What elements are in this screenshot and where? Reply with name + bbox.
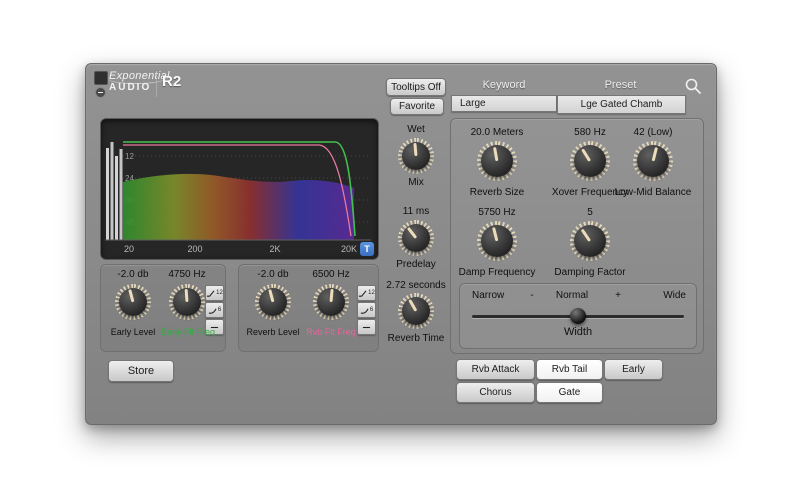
width-narrow-label: Narrow	[472, 290, 512, 301]
preset-search-button[interactable]	[683, 76, 703, 96]
damp-frequency-knob[interactable]	[477, 221, 517, 261]
knob-body	[402, 297, 430, 325]
early-level-value: -2.0 db	[103, 269, 163, 280]
keyword-select[interactable]: Large	[451, 95, 557, 112]
early-freq-value: 4750 Hz	[157, 269, 217, 280]
early-filter-freq-knob[interactable]	[169, 284, 205, 320]
low-mid-balance-value: 42 (Low)	[607, 127, 699, 138]
damping-factor-value: 5	[548, 207, 632, 218]
spectrum-area	[123, 174, 354, 240]
width-normal-label: Normal	[547, 290, 597, 301]
svg-text:20K: 20K	[341, 244, 357, 254]
reverb-time-label: Reverb Time	[382, 333, 450, 344]
favorite-button[interactable]: Favorite	[390, 98, 444, 115]
early-freq-label: Early Flt Freq	[155, 327, 221, 337]
level-meters	[106, 142, 123, 240]
width-slider-thumb[interactable]	[570, 308, 586, 324]
tab-chorus[interactable]: Chorus	[456, 382, 535, 403]
width-wide-label: Wide	[646, 290, 686, 301]
reverb-knob-group: -2.0 db 6500 Hz 12 6 Reverb Level Rvb Fl…	[238, 264, 379, 352]
width-minus-label[interactable]: -	[526, 290, 538, 301]
logo-minus-badge	[95, 87, 106, 98]
reverb-filter-slope-6-button[interactable]: 6	[357, 302, 376, 318]
reverb-level-value: -2.0 db	[243, 269, 303, 280]
spectrum-display: 12 24 36 48 20 200 2K 20K T	[100, 118, 379, 260]
predelay-value: 11 ms	[386, 206, 446, 217]
mix-value: Wet	[386, 124, 446, 135]
damping-factor-label: Damping Factor	[548, 267, 632, 278]
keyword-label: Keyword	[451, 79, 557, 91]
tab-rvb-tail[interactable]: Rvb Tail	[536, 359, 603, 380]
reverb-time-value: 2.72 seconds	[378, 280, 454, 291]
rvb-tail-panel: 20.0 Meters 580 Hz 42 (Low) Reverb Size …	[450, 118, 704, 354]
preset-label: Preset	[557, 79, 684, 91]
reverb-time-knob[interactable]	[398, 293, 434, 329]
reverb-size-label: Reverb Size	[455, 187, 539, 198]
tooltips-toggle-button[interactable]: Tooltips Off	[386, 78, 446, 96]
tab-rvb-attack[interactable]: Rvb Attack	[456, 359, 535, 380]
slope-value: 6	[218, 307, 221, 313]
width-control-panel: Narrow - Normal + Wide Width	[459, 283, 697, 349]
width-plus-label[interactable]: +	[612, 290, 624, 301]
slope-value: 12	[216, 290, 223, 296]
svg-text:2K: 2K	[269, 244, 280, 254]
reverb-freq-label: Rvb Flt Freq	[297, 327, 365, 337]
svg-text:20: 20	[124, 244, 134, 254]
knob-body	[259, 288, 287, 316]
knob-body	[574, 225, 606, 257]
damping-factor-knob[interactable]	[570, 221, 610, 261]
early-knob-group: -2.0 db 4750 Hz 12 6 Early Level Early F…	[100, 264, 226, 352]
early-filter-slope-12-button[interactable]: 12	[205, 285, 224, 301]
slope-value: 6	[370, 307, 373, 313]
minus-icon	[98, 92, 103, 93]
predelay-knob[interactable]	[398, 220, 434, 256]
filter-slope-steep-icon	[358, 289, 367, 298]
reverb-level-knob[interactable]	[255, 284, 291, 320]
search-icon	[683, 76, 703, 96]
early-level-knob[interactable]	[115, 284, 151, 320]
brand-name-bottom: AUDIO	[109, 82, 151, 93]
low-mid-balance-label: Low-Mid Balance	[607, 187, 699, 198]
preset-select[interactable]: Lge Gated Chamb	[557, 95, 686, 114]
logo-badge	[94, 71, 108, 85]
freq-axis-labels: 20 200 2K 20K	[124, 244, 357, 254]
spectrum-graph: 12 24 36 48 20 200 2K 20K	[103, 120, 376, 256]
svg-text:200: 200	[187, 244, 202, 254]
slope-value: 12	[368, 290, 375, 296]
tab-gate[interactable]: Gate	[536, 382, 603, 403]
reverb-filter-slope-12-button[interactable]: 12	[357, 285, 376, 301]
filter-slope-steep-icon	[206, 289, 215, 298]
reverb-size-knob[interactable]	[477, 141, 517, 181]
reverb-size-value: 20.0 Meters	[455, 127, 539, 138]
early-filter-slope-6-button[interactable]: 6	[205, 302, 224, 318]
mix-label: Mix	[386, 177, 446, 188]
plugin-window: Exponential AUDIO R2 Tooltips Off Favori…	[85, 63, 717, 425]
display-mode-badge[interactable]: T	[360, 242, 374, 256]
brand-name-top: Exponential	[109, 70, 170, 82]
predelay-label: Predelay	[386, 259, 446, 270]
reverb-freq-value: 6500 Hz	[299, 269, 363, 280]
tab-early[interactable]: Early	[604, 359, 663, 380]
knob-body	[574, 145, 606, 177]
filter-slope-gentle-icon	[208, 306, 217, 315]
store-button[interactable]: Store	[108, 360, 174, 382]
filter-slope-gentle-icon	[360, 306, 369, 315]
xover-frequency-knob[interactable]	[570, 141, 610, 181]
knob-body	[119, 288, 147, 316]
product-name: R2	[162, 73, 181, 90]
damp-frequency-value: 5750 Hz	[455, 207, 539, 218]
reverb-filter-freq-knob[interactable]	[313, 284, 349, 320]
low-mid-balance-knob[interactable]	[633, 141, 673, 181]
mix-knob[interactable]	[398, 138, 434, 174]
svg-text:12: 12	[125, 152, 134, 161]
damp-frequency-label: Damp Frequency	[455, 267, 539, 278]
width-label: Width	[460, 326, 696, 338]
logo-divider	[156, 71, 157, 97]
